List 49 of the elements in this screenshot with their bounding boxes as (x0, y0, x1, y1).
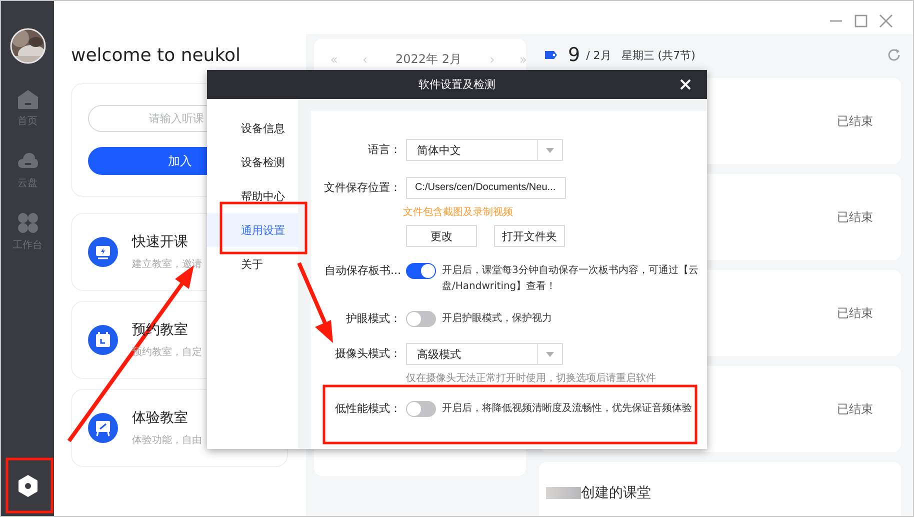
caret-icon (546, 148, 554, 152)
class-status: 已结束 (837, 400, 873, 418)
date-month: / 2月 (586, 48, 612, 62)
dropdown[interactable]: 简体中文 (406, 139, 563, 161)
setting-label: 低性能模式： (334, 401, 401, 417)
settings-tab[interactable]: 通用设置 (207, 213, 298, 247)
setting-button[interactable]: 打开文件夹 (494, 225, 565, 247)
date-day: 9 (568, 44, 580, 66)
welcome-title: welcome to neukol (71, 45, 242, 66)
class-status: 已结束 (837, 112, 873, 130)
blurred-name (546, 487, 581, 499)
tag-icon (544, 50, 558, 60)
grid-icon (16, 212, 38, 234)
easel-icon (88, 413, 118, 443)
setting-label: 文件保存位置： (323, 180, 401, 196)
toggle-switch[interactable] (406, 401, 436, 417)
toggle-switch[interactable] (406, 263, 436, 279)
calendar-month: 2022年 2月 (396, 51, 462, 68)
setting-label: 摄像头模式： (334, 346, 401, 362)
double-chevron-right-icon[interactable] (520, 54, 526, 64)
settings-tab[interactable]: 帮助中心 (207, 179, 298, 213)
home-icon (16, 88, 38, 110)
chevron-right-icon[interactable] (488, 54, 495, 64)
section-title: 创建的课堂 (581, 484, 651, 502)
chevron-left-icon[interactable] (362, 54, 368, 64)
toggle-switch[interactable] (406, 311, 436, 327)
calendar-icon (88, 325, 118, 355)
setting-label: 护眼模式： (345, 311, 401, 327)
caret-icon (546, 352, 554, 356)
dropdown[interactable]: 高级模式 (406, 343, 563, 365)
hint-text: 文件包含截图及录制视频 (403, 206, 514, 219)
double-chevron-left-icon[interactable] (331, 54, 338, 64)
setting-button[interactable]: 更改 (406, 225, 477, 247)
date-weekday: 星期三 (共7节) (621, 48, 696, 62)
setting-label: 自动保存板书... (324, 263, 401, 279)
refresh-icon[interactable] (887, 48, 901, 62)
screen-icon (88, 237, 118, 267)
path-field[interactable]: C:/Users/cen/Documents/Neu... (406, 177, 566, 199)
action-title: 体验教室 (132, 409, 189, 427)
dialog-title: 软件设置及检测 (418, 77, 496, 92)
action-description: 建立教室，邀请 (132, 258, 202, 271)
setting-label: 语言： (367, 142, 401, 158)
class-status: 已结束 (837, 304, 873, 322)
annotation-box (6, 458, 54, 514)
class-status: 已结束 (837, 208, 873, 226)
action-title: 快速开课 (132, 233, 189, 251)
action-description: 体验功能，自由 (132, 434, 202, 447)
maximize-icon[interactable] (854, 14, 868, 28)
settings-icon[interactable] (16, 474, 38, 498)
